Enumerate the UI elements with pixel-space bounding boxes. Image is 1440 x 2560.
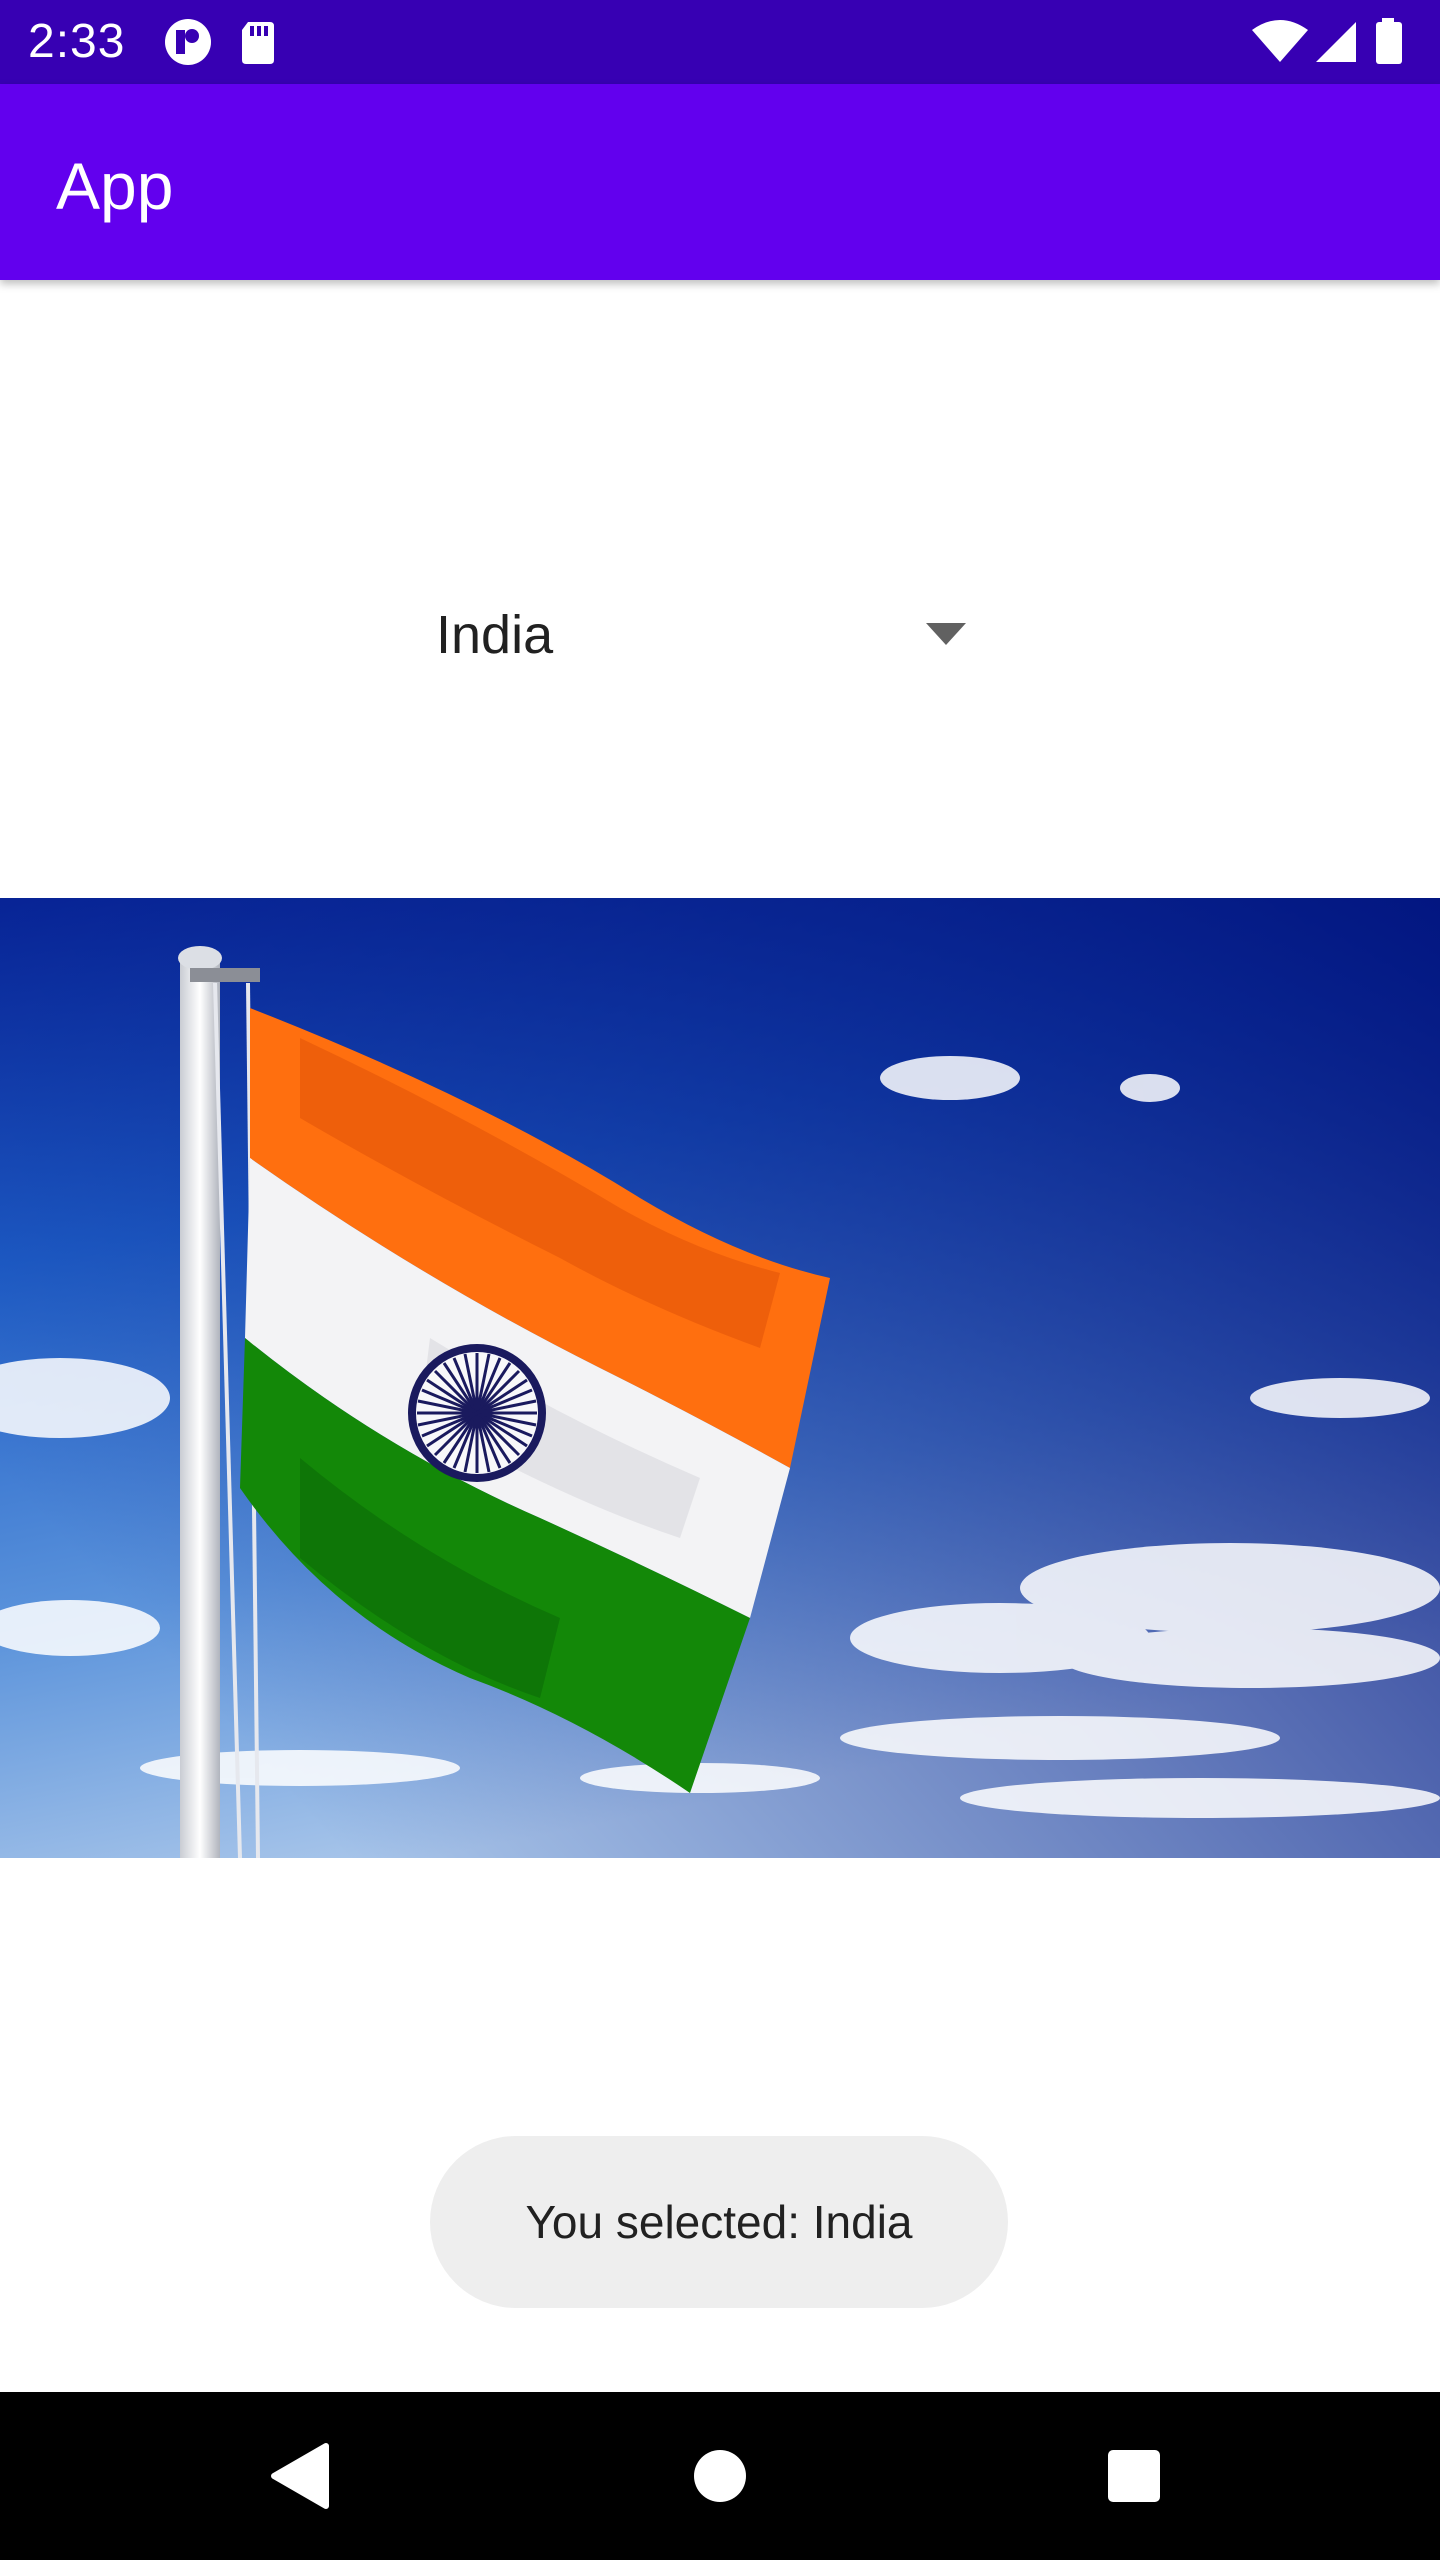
country-spinner[interactable]: India	[436, 585, 986, 685]
screen: 2:33 App India You selected: India	[0, 0, 1440, 2560]
flag-image	[0, 898, 1440, 1858]
toast-message: You selected: India	[430, 2136, 1008, 2308]
battery-icon	[1376, 18, 1402, 64]
status-right-icons	[1252, 18, 1402, 64]
status-time: 2:33	[28, 15, 126, 68]
back-icon[interactable]	[250, 2426, 350, 2526]
app-bar: App	[0, 84, 1440, 280]
navigation-bar	[0, 2392, 1440, 2560]
sd-card-icon	[242, 22, 274, 64]
signal-icon	[1316, 22, 1356, 62]
app-title: App	[56, 149, 174, 223]
spinner-selected-value: India	[436, 605, 554, 665]
india-flag-illustration	[0, 898, 1440, 1858]
toast-text: You selected: India	[525, 2196, 913, 2248]
recents-icon[interactable]	[1084, 2426, 1184, 2526]
home-icon[interactable]	[670, 2426, 770, 2526]
wifi-icon	[1252, 20, 1308, 62]
ashoka-chakra	[408, 1344, 546, 1482]
dropdown-arrow-icon	[926, 623, 966, 645]
status-bar: 2:33	[0, 0, 1440, 84]
notification-icon	[165, 19, 211, 65]
status-left-icons	[165, 19, 274, 65]
